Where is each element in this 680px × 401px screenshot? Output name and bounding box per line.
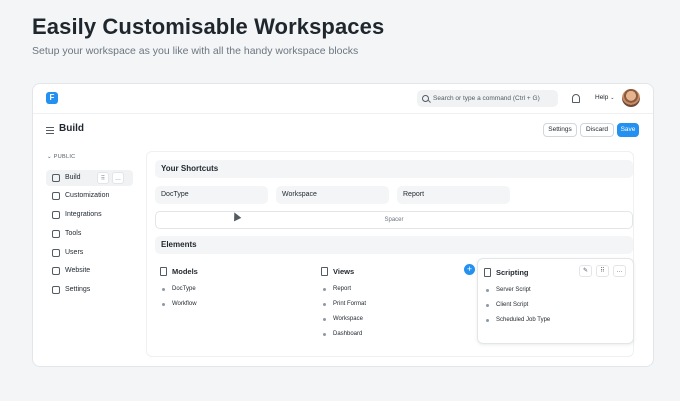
card-scripting[interactable]: Scripting ✎ ⠿ … Server Script Client Scr… [477,258,634,344]
link-report[interactable]: Report [321,286,351,292]
tool-icon [52,174,60,182]
card-title-views: Views [321,267,354,276]
customization-icon [52,192,60,200]
sidebar-item-label: Website [65,267,91,274]
website-icon [52,267,60,275]
sidebar-item-integrations[interactable]: Integrations [46,207,133,223]
page-title: Build [59,123,84,134]
tools-icon [52,230,60,238]
chevron-down-icon: ⌄ [610,95,615,101]
save-button[interactable]: Save [617,123,639,137]
workspace-editor: Your Shortcuts DocType Workspace Report … [146,151,634,357]
add-block-button[interactable]: + [464,264,475,275]
settings-button[interactable]: Settings [543,123,577,137]
card-title-models: Models [160,267,198,276]
spacer-block[interactable]: Spacer [155,211,633,229]
hamburger-icon[interactable] [46,127,54,134]
sidebar-item-website[interactable]: Website [46,263,133,279]
app-logo[interactable]: F [46,92,58,104]
users-icon [52,249,60,257]
shortcut-doctype[interactable]: DocType [155,186,268,204]
drag-handle-icon[interactable]: ⠿ [97,172,109,184]
shortcuts-header[interactable]: Your Shortcuts [155,160,633,178]
link-client-script[interactable]: Client Script [484,302,528,308]
sidebar-item-label: Users [65,249,84,256]
sidebar-section-public[interactable]: ⌄ PUBLIC [47,154,75,160]
edit-icon[interactable]: ✎ [579,265,592,277]
sidebar-item-users[interactable]: Users [46,245,133,261]
shortcut-workspace[interactable]: Workspace [276,186,389,204]
sidebar-section-label: PUBLIC [53,154,76,160]
document-icon [321,267,328,276]
link-scheduled-job-type[interactable]: Scheduled Job Type [484,317,550,323]
hero-subtitle: Setup your workspace as you like with al… [32,45,359,57]
discard-button[interactable]: Discard [580,123,614,137]
sidebar-item-settings[interactable]: Settings [46,282,133,298]
card-title-text: Scripting [496,268,529,277]
card-title-text: Views [333,267,355,276]
sidebar-item-label: Settings [65,286,91,293]
link-dashboard[interactable]: Dashboard [321,331,362,337]
shortcut-report[interactable]: Report [397,186,510,204]
elements-header[interactable]: Elements [155,236,633,254]
search-icon [422,95,429,102]
sidebar-item-label: Build [65,174,81,181]
card-title-text: Models [172,267,198,276]
bell-icon[interactable] [572,94,580,103]
help-dropdown[interactable]: Help ⌄ [595,94,614,101]
app-window: F Search or type a command (Ctrl + G) He… [32,83,654,367]
sidebar-item-label: Integrations [65,211,102,218]
hero-title: Easily Customisable Workspaces [32,14,385,39]
avatar[interactable] [622,89,640,107]
sidebar-item-label: Customization [65,192,110,199]
more-icon[interactable]: … [112,172,124,184]
chevron-down-icon: ⌄ [47,154,52,160]
help-label: Help [595,94,609,101]
document-icon [160,267,167,276]
sidebar-item-build[interactable]: Build ⠿ … [46,170,133,186]
document-icon [484,268,491,277]
link-print-format[interactable]: Print Format [321,301,366,307]
integrations-icon [52,211,60,219]
navbar: F Search or type a command (Ctrl + G) He… [33,84,653,114]
link-doctype[interactable]: DocType [160,286,196,292]
page-header: Build Settings Discard Save [33,114,653,146]
link-workspace[interactable]: Workspace [321,316,363,322]
search-placeholder: Search or type a command (Ctrl + G) [433,95,540,102]
link-server-script[interactable]: Server Script [484,287,531,293]
sidebar-item-tools[interactable]: Tools [46,226,133,242]
more-icon[interactable]: … [613,265,626,277]
settings-icon [52,286,60,294]
sidebar-item-label: Tools [65,230,82,237]
sidebar-item-customization[interactable]: Customization [46,188,133,204]
card-title-scripting: Scripting [484,268,529,277]
drag-handle-icon[interactable]: ⠿ [596,265,609,277]
search-input[interactable]: Search or type a command (Ctrl + G) [417,90,558,107]
link-workflow[interactable]: Workflow [160,301,197,307]
